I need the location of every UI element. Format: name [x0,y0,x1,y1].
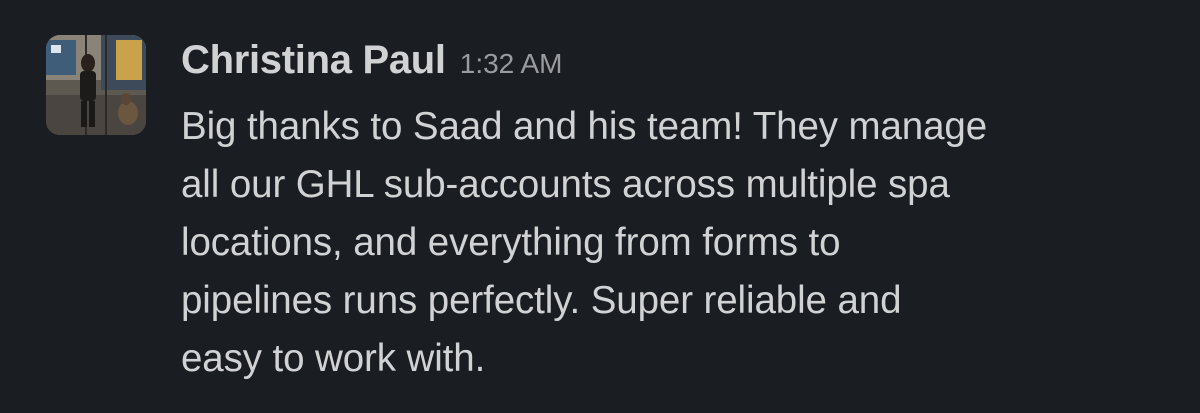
message-line: easy to work with. [181,337,486,380]
message-line: locations, and everything from forms to [181,221,841,264]
sender-name[interactable]: Christina Paul [181,38,446,83]
message-text: Big thanks to Saad and his team! They ma… [181,98,1181,388]
avatar-photo-icon [46,35,146,135]
message-body: Christina Paul 1:32 AM Big thanks to Saa… [181,38,1181,388]
user-avatar[interactable] [46,35,146,135]
message-line: all our GHL sub-accounts across multiple… [181,163,950,206]
message-line: Big thanks to Saad and his team! They ma… [181,105,988,148]
message-timestamp[interactable]: 1:32 AM [460,48,563,80]
message-line: pipelines runs perfectly. Super reliable… [181,279,902,322]
message-header: Christina Paul 1:32 AM [181,38,1181,98]
chat-message: Christina Paul 1:32 AM Big thanks to Saa… [0,0,1200,413]
